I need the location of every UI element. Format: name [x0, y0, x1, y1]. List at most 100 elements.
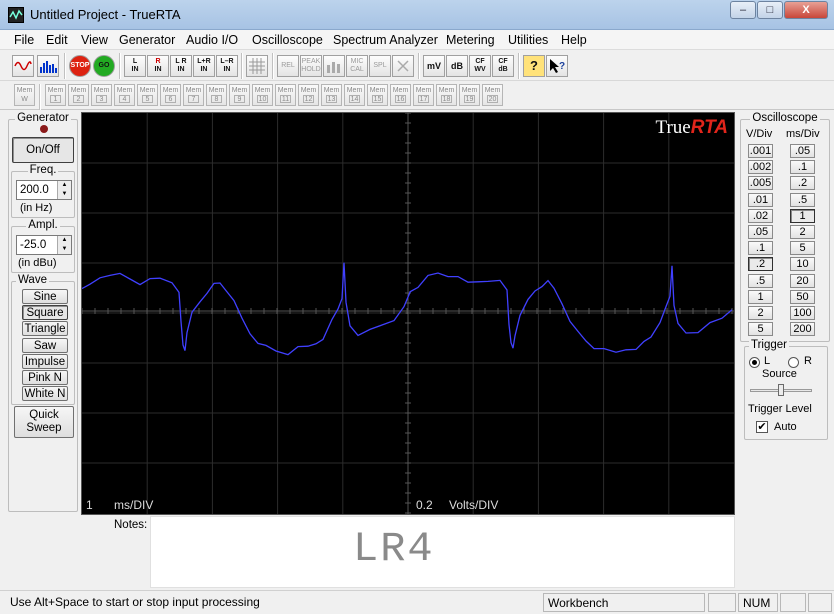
mem-slot-15-button[interactable]: Mem 15	[367, 84, 388, 106]
msdiv-50-button[interactable]: 50	[790, 289, 815, 304]
wave-white-noise-button[interactable]: White N	[22, 386, 68, 401]
input-lplusr-button[interactable]: L+R IN	[193, 55, 215, 77]
mem-slot-10-button[interactable]: Mem 10	[252, 84, 273, 106]
menu-spectrum-analyzer[interactable]: Spectrum Analyzer	[333, 33, 438, 47]
oscilloscope-view-icon[interactable]	[12, 55, 34, 77]
wave-impulse-button[interactable]: Impulse	[22, 354, 68, 369]
menu-oscilloscope[interactable]: Oscilloscope	[252, 33, 323, 47]
mem-slot-14-button[interactable]: Mem 14	[344, 84, 365, 106]
vdiv-p02-button[interactable]: .02	[748, 208, 773, 223]
spectrum-view-icon[interactable]	[37, 55, 59, 77]
rel-button[interactable]: REL	[277, 55, 299, 77]
msdiv-p2-button[interactable]: .2	[790, 176, 815, 191]
vdiv-p2-button[interactable]: .2	[748, 257, 773, 272]
wave-square-button[interactable]: Square	[22, 305, 68, 320]
ampl-up-icon[interactable]: ▲	[58, 236, 71, 245]
vdiv-p005-button[interactable]: .005	[748, 176, 773, 191]
context-help-icon[interactable]: ?	[546, 55, 568, 77]
menu-view[interactable]: View	[81, 33, 108, 47]
mic-cal-button[interactable]: MIC CAL	[346, 55, 368, 77]
vdiv-5-button[interactable]: 5	[748, 322, 773, 337]
mem-slot-8-button[interactable]: Mem 8	[206, 84, 227, 106]
mem-slot-1-button[interactable]: Mem 1	[45, 84, 66, 106]
spl-button[interactable]: SPL	[369, 55, 391, 77]
go-button[interactable]: GO	[93, 55, 115, 77]
input-left-button[interactable]: L IN	[124, 55, 146, 77]
ampl-input[interactable]: -25.0 ▲ ▼	[16, 235, 72, 255]
close-button[interactable]: X	[784, 1, 828, 19]
vdiv-p002-button[interactable]: .002	[748, 160, 773, 175]
mem-slot-6-button[interactable]: Mem 6	[160, 84, 181, 106]
oscilloscope-display[interactable]: TrueRTA 1 ms/DIV 0.2 Volts/DIV	[81, 112, 735, 515]
vdiv-2-button[interactable]: 2	[748, 306, 773, 320]
msdiv-p1-button[interactable]: .1	[790, 160, 815, 175]
generator-onoff-button[interactable]: On/Off	[12, 137, 74, 163]
peak-hold-button[interactable]: PEAK HOLD	[300, 55, 322, 77]
vdiv-p01-button[interactable]: .01	[748, 192, 773, 207]
msdiv-p5-button[interactable]: .5	[790, 192, 815, 207]
msdiv-20-button[interactable]: 20	[790, 273, 815, 288]
trigger-level-thumb[interactable]	[778, 384, 784, 396]
vdiv-p1-button[interactable]: .1	[748, 241, 773, 256]
db-button[interactable]: dB	[446, 55, 468, 77]
wave-triangle-button[interactable]: Triangle	[22, 321, 68, 336]
mem-slot-16-button[interactable]: Mem 16	[390, 84, 411, 106]
help-button[interactable]: ?	[523, 55, 545, 77]
mem-slot-17-button[interactable]: Mem 17	[413, 84, 434, 106]
mem-slot-7-button[interactable]: Mem 7	[183, 84, 204, 106]
auto-checkbox[interactable]: ✔	[756, 421, 768, 433]
mem-slot-9-button[interactable]: Mem 9	[229, 84, 250, 106]
wave-saw-button[interactable]: Saw	[22, 338, 68, 353]
mem-slot-2-button[interactable]: Mem 2	[68, 84, 89, 106]
input-lminusr-button[interactable]: L–R IN	[216, 55, 238, 77]
clear-x-icon[interactable]	[392, 55, 414, 77]
menu-file[interactable]: File	[14, 33, 34, 47]
trigger-right-radio[interactable]	[788, 357, 799, 368]
mem-w-button[interactable]: Mem W	[14, 84, 35, 106]
vdiv-p05-button[interactable]: .05	[748, 225, 773, 239]
maximize-button[interactable]: □	[757, 1, 783, 19]
input-lr-button[interactable]: L R IN	[170, 55, 192, 77]
mem-slot-19-button[interactable]: Mem 19	[459, 84, 480, 106]
msdiv-5-button[interactable]: 5	[790, 241, 815, 256]
vdiv-p001-button[interactable]: .001	[748, 144, 773, 158]
menu-edit[interactable]: Edit	[46, 33, 68, 47]
msdiv-1-button[interactable]: 1	[790, 208, 815, 223]
mem-slot-12-button[interactable]: Mem 12	[298, 84, 319, 106]
msdiv-100-button[interactable]: 100	[790, 306, 815, 320]
notes-field[interactable]: LR4	[150, 516, 735, 588]
menu-help[interactable]: Help	[561, 33, 587, 47]
mem-slot-20-button[interactable]: Mem 20	[482, 84, 503, 106]
trigger-left-radio[interactable]	[749, 357, 760, 368]
mem-slot-13-button[interactable]: Mem 13	[321, 84, 342, 106]
input-right-button[interactable]: R IN	[147, 55, 169, 77]
mem-slot-3-button[interactable]: Mem 3	[91, 84, 112, 106]
msdiv-200-button[interactable]: 200	[790, 322, 815, 337]
menu-utilities[interactable]: Utilities	[508, 33, 548, 47]
freq-up-icon[interactable]: ▲	[58, 181, 71, 190]
mem-slot-11-button[interactable]: Mem 11	[275, 84, 296, 106]
msdiv-2-button[interactable]: 2	[790, 225, 815, 239]
mem-slot-5-button[interactable]: Mem 5	[137, 84, 158, 106]
wave-pink-noise-button[interactable]: Pink N	[22, 370, 68, 385]
wave-sine-button[interactable]: Sine	[22, 289, 68, 304]
freq-down-icon[interactable]: ▼	[58, 190, 71, 199]
menu-audio-io[interactable]: Audio I/O	[186, 33, 238, 47]
vdiv-1-button[interactable]: 1	[748, 289, 773, 304]
mem-slot-4-button[interactable]: Mem 4	[114, 84, 135, 106]
mv-button[interactable]: mV	[423, 55, 445, 77]
ampl-down-icon[interactable]: ▼	[58, 245, 71, 254]
msdiv-10-button[interactable]: 10	[790, 257, 815, 272]
cf-db-button[interactable]: CF dB	[492, 55, 514, 77]
stop-button[interactable]: STOP	[69, 55, 91, 77]
menu-metering[interactable]: Metering	[446, 33, 495, 47]
mem-slot-18-button[interactable]: Mem 18	[436, 84, 457, 106]
freq-input[interactable]: 200.0 ▲ ▼	[16, 180, 72, 200]
grid-icon[interactable]	[246, 55, 268, 77]
average-bars-icon[interactable]	[323, 55, 345, 77]
msdiv-p05-button[interactable]: .05	[790, 144, 815, 158]
menu-generator[interactable]: Generator	[119, 33, 175, 47]
quick-sweep-button[interactable]: Quick Sweep	[14, 406, 74, 438]
vdiv-p5-button[interactable]: .5	[748, 273, 773, 288]
minimize-button[interactable]: –	[730, 1, 756, 19]
